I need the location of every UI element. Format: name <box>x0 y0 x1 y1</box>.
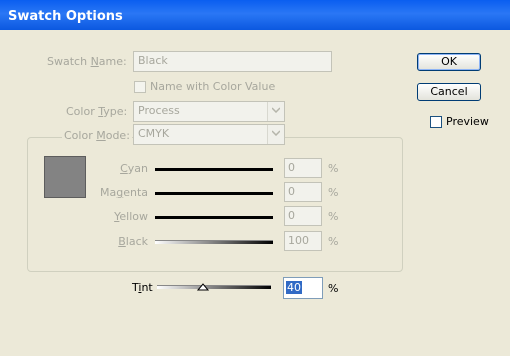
yellow-slider[interactable] <box>155 216 273 219</box>
black-label: Black <box>118 235 148 248</box>
tint-percent-label: % <box>328 282 339 295</box>
name-with-color-value-checkbox[interactable] <box>134 81 146 93</box>
cyan-percent-label: % <box>328 162 339 175</box>
magenta-percent-label: % <box>328 186 339 199</box>
color-mode-select[interactable]: CMYK <box>133 124 285 145</box>
cyan-value-field[interactable]: 0 <box>284 158 322 178</box>
dialog-title-bar[interactable]: Swatch Options <box>0 0 510 30</box>
swatch-name-field[interactable]: Black <box>133 51 332 72</box>
cyan-slider[interactable] <box>155 168 273 171</box>
black-slider[interactable] <box>155 240 273 244</box>
tint-value-field[interactable]: 40 <box>283 277 323 299</box>
color-type-label: Color Type: <box>66 105 128 118</box>
preview-label: Preview <box>446 115 489 128</box>
color-type-select[interactable]: Process <box>133 101 285 122</box>
yellow-label: Yellow <box>114 210 148 223</box>
ok-button[interactable]: OK <box>417 53 481 71</box>
yellow-percent-label: % <box>328 210 339 223</box>
tint-label: Tint <box>132 281 153 294</box>
magenta-value-field[interactable]: 0 <box>284 182 322 202</box>
chevron-down-icon[interactable] <box>267 125 284 144</box>
magenta-slider[interactable] <box>155 192 273 195</box>
swatch-name-label: Swatch Name: <box>47 55 127 68</box>
tint-slider[interactable] <box>157 285 271 289</box>
black-percent-label: % <box>328 235 339 248</box>
magenta-label: Magenta <box>99 186 148 199</box>
color-type-value: Process <box>138 104 180 117</box>
color-mode-value: CMYK <box>138 127 170 140</box>
preview-checkbox[interactable] <box>430 116 442 128</box>
cancel-button[interactable]: Cancel <box>417 83 481 101</box>
tint-slider-thumb[interactable] <box>196 283 209 291</box>
yellow-value-field[interactable]: 0 <box>284 206 322 226</box>
black-value-field[interactable]: 100 <box>284 231 322 251</box>
chevron-down-icon[interactable] <box>267 102 284 121</box>
name-with-color-value-label: Name with Color Value <box>150 80 276 93</box>
tint-value-text: 40 <box>286 281 302 294</box>
color-mode-label: Color Mode: <box>62 129 132 142</box>
cyan-label: Cyan <box>120 162 148 175</box>
dialog-title: Swatch Options <box>8 9 123 24</box>
